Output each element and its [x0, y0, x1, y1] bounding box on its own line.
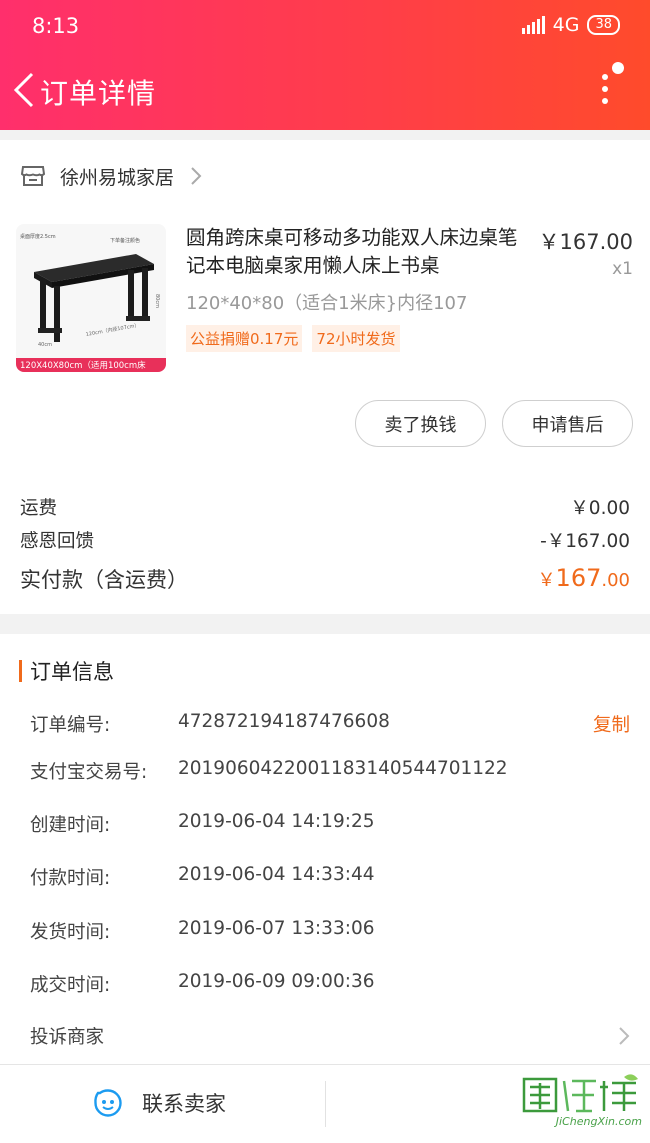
- info-value: 2019060422001183140544701122: [178, 758, 508, 779]
- fee-value: -￥167.00: [540, 531, 630, 552]
- shipping-fee-row: 运费 ￥0.00: [20, 494, 630, 520]
- more-dot-icon: [602, 74, 608, 80]
- copy-button[interactable]: 复制: [593, 711, 630, 737]
- more-menu-button[interactable]: [594, 62, 624, 108]
- more-dot-icon: [602, 98, 608, 104]
- chat-face-icon: [94, 1089, 122, 1117]
- total-amount: ￥167.00: [538, 564, 630, 594]
- status-icons: 4G 38: [521, 14, 620, 36]
- image-label-color: 下单备注颜色: [110, 237, 140, 244]
- completed-time-row: 成交时间: 2019-06-09 09:00:36: [30, 971, 630, 997]
- watermark-text: JiChengXin.com: [555, 1115, 642, 1128]
- total-integer: 167: [555, 564, 602, 592]
- battery-icon: 38: [587, 15, 620, 35]
- image-label-depth: 40cm: [38, 342, 52, 348]
- more-dot-icon: [602, 86, 608, 92]
- fee-label: 运费: [20, 498, 58, 519]
- chevron-right-icon: [191, 167, 202, 185]
- discount-row: 感恩回馈 -￥167.00: [20, 527, 630, 553]
- shop-name: 徐州易城家居: [60, 166, 175, 189]
- contact-label: 联系卖家: [142, 1092, 226, 1116]
- product-price: ￥167.00: [538, 230, 633, 254]
- fee-label: 感恩回馈: [20, 531, 95, 552]
- tag-charity: 公益捐赠0.17元: [186, 325, 303, 352]
- back-arrow-icon[interactable]: [10, 70, 40, 110]
- order-card: 徐州易城家居 桌面厚度2.5cm 下单备注颜色 120cm（内径107cm） 4…: [0, 140, 650, 614]
- signal-icon: [521, 16, 545, 34]
- paid-time-row: 付款时间: 2019-06-04 14:33:44: [30, 864, 630, 890]
- image-label-thickness: 桌面厚度2.5cm: [20, 233, 56, 240]
- info-value: 2019-06-07 13:33:06: [178, 918, 375, 939]
- section-accent-bar: [19, 660, 22, 682]
- section-title: 订单信息: [30, 660, 114, 684]
- chevron-right-icon: [619, 1027, 630, 1045]
- info-value: 2019-06-09 09:00:36: [178, 971, 375, 992]
- info-label: 成交时间:: [30, 975, 111, 996]
- total-decimal: .00: [601, 570, 630, 591]
- info-label: 发货时间:: [30, 922, 111, 943]
- notification-dot-icon: [612, 62, 624, 74]
- complain-seller-row[interactable]: 投诉商家: [30, 1023, 630, 1049]
- product-spec: 120*40*80（适合1米床}内径107: [186, 293, 468, 314]
- image-label-height: 80cm: [154, 294, 160, 308]
- total-currency: ￥: [537, 570, 556, 591]
- product-image[interactable]: 桌面厚度2.5cm 下单备注颜色 120cm（内径107cm） 40cm 80c…: [16, 224, 166, 372]
- status-time: 8:13: [32, 14, 80, 38]
- info-label: 支付宝交易号:: [30, 762, 148, 783]
- battery-level: 38: [595, 17, 612, 32]
- product-tags: 公益捐赠0.17元 72小时发货: [186, 325, 400, 352]
- order-number-row: 订单编号: 472872194187476608 复制: [30, 711, 630, 737]
- info-label: 创建时间:: [30, 815, 111, 836]
- watermark-logo-icon: [522, 1074, 638, 1113]
- tag-shipping: 72小时发货: [312, 325, 400, 352]
- alipay-trade-row: 支付宝交易号: 2019060422001183140544701122: [30, 758, 630, 784]
- fee-value: ￥0.00: [570, 498, 630, 519]
- info-label: 付款时间:: [30, 868, 111, 889]
- complain-label: 投诉商家: [30, 1027, 105, 1048]
- bottom-action-bar: 联系卖家 JiChengXin.com: [0, 1064, 650, 1143]
- sell-button[interactable]: 卖了换钱: [355, 400, 486, 447]
- shop-row[interactable]: 徐州易城家居: [20, 160, 202, 192]
- info-value: 472872194187476608: [178, 711, 390, 732]
- divider: [325, 1081, 326, 1127]
- product-quantity: x1: [612, 259, 633, 279]
- desk-illustration: 桌面厚度2.5cm 下单备注颜色 120cm（内径107cm） 40cm 80c…: [16, 224, 166, 372]
- shipped-time-row: 发货时间: 2019-06-07 13:33:06: [30, 918, 630, 944]
- page-title: 订单详情: [40, 77, 157, 110]
- image-caption: 120X40X80cm（适用100cm床: [20, 360, 146, 371]
- total-label: 实付款（含运费）: [20, 568, 188, 592]
- after-sale-button[interactable]: 申请售后: [502, 400, 633, 447]
- info-value: 2019-06-04 14:33:44: [178, 864, 375, 885]
- network-label: 4G: [552, 14, 580, 36]
- header-bar: 8:13 4G 38 订单详情: [0, 0, 650, 130]
- store-icon: [20, 166, 46, 186]
- contact-seller-button[interactable]: 联系卖家: [92, 1087, 226, 1119]
- total-paid-row: 实付款（含运费） ￥167.00: [20, 564, 630, 594]
- info-value: 2019-06-04 14:19:25: [178, 811, 375, 832]
- created-time-row: 创建时间: 2019-06-04 14:19:25: [30, 811, 630, 837]
- order-info-card: 订单信息 订单编号: 472872194187476608 复制 支付宝交易号:…: [0, 634, 650, 1064]
- info-label: 订单编号:: [30, 715, 111, 736]
- product-title[interactable]: 圆角跨床桌可移动多功能双人床边桌笔记本电脑桌家用懒人床上书桌: [186, 224, 526, 280]
